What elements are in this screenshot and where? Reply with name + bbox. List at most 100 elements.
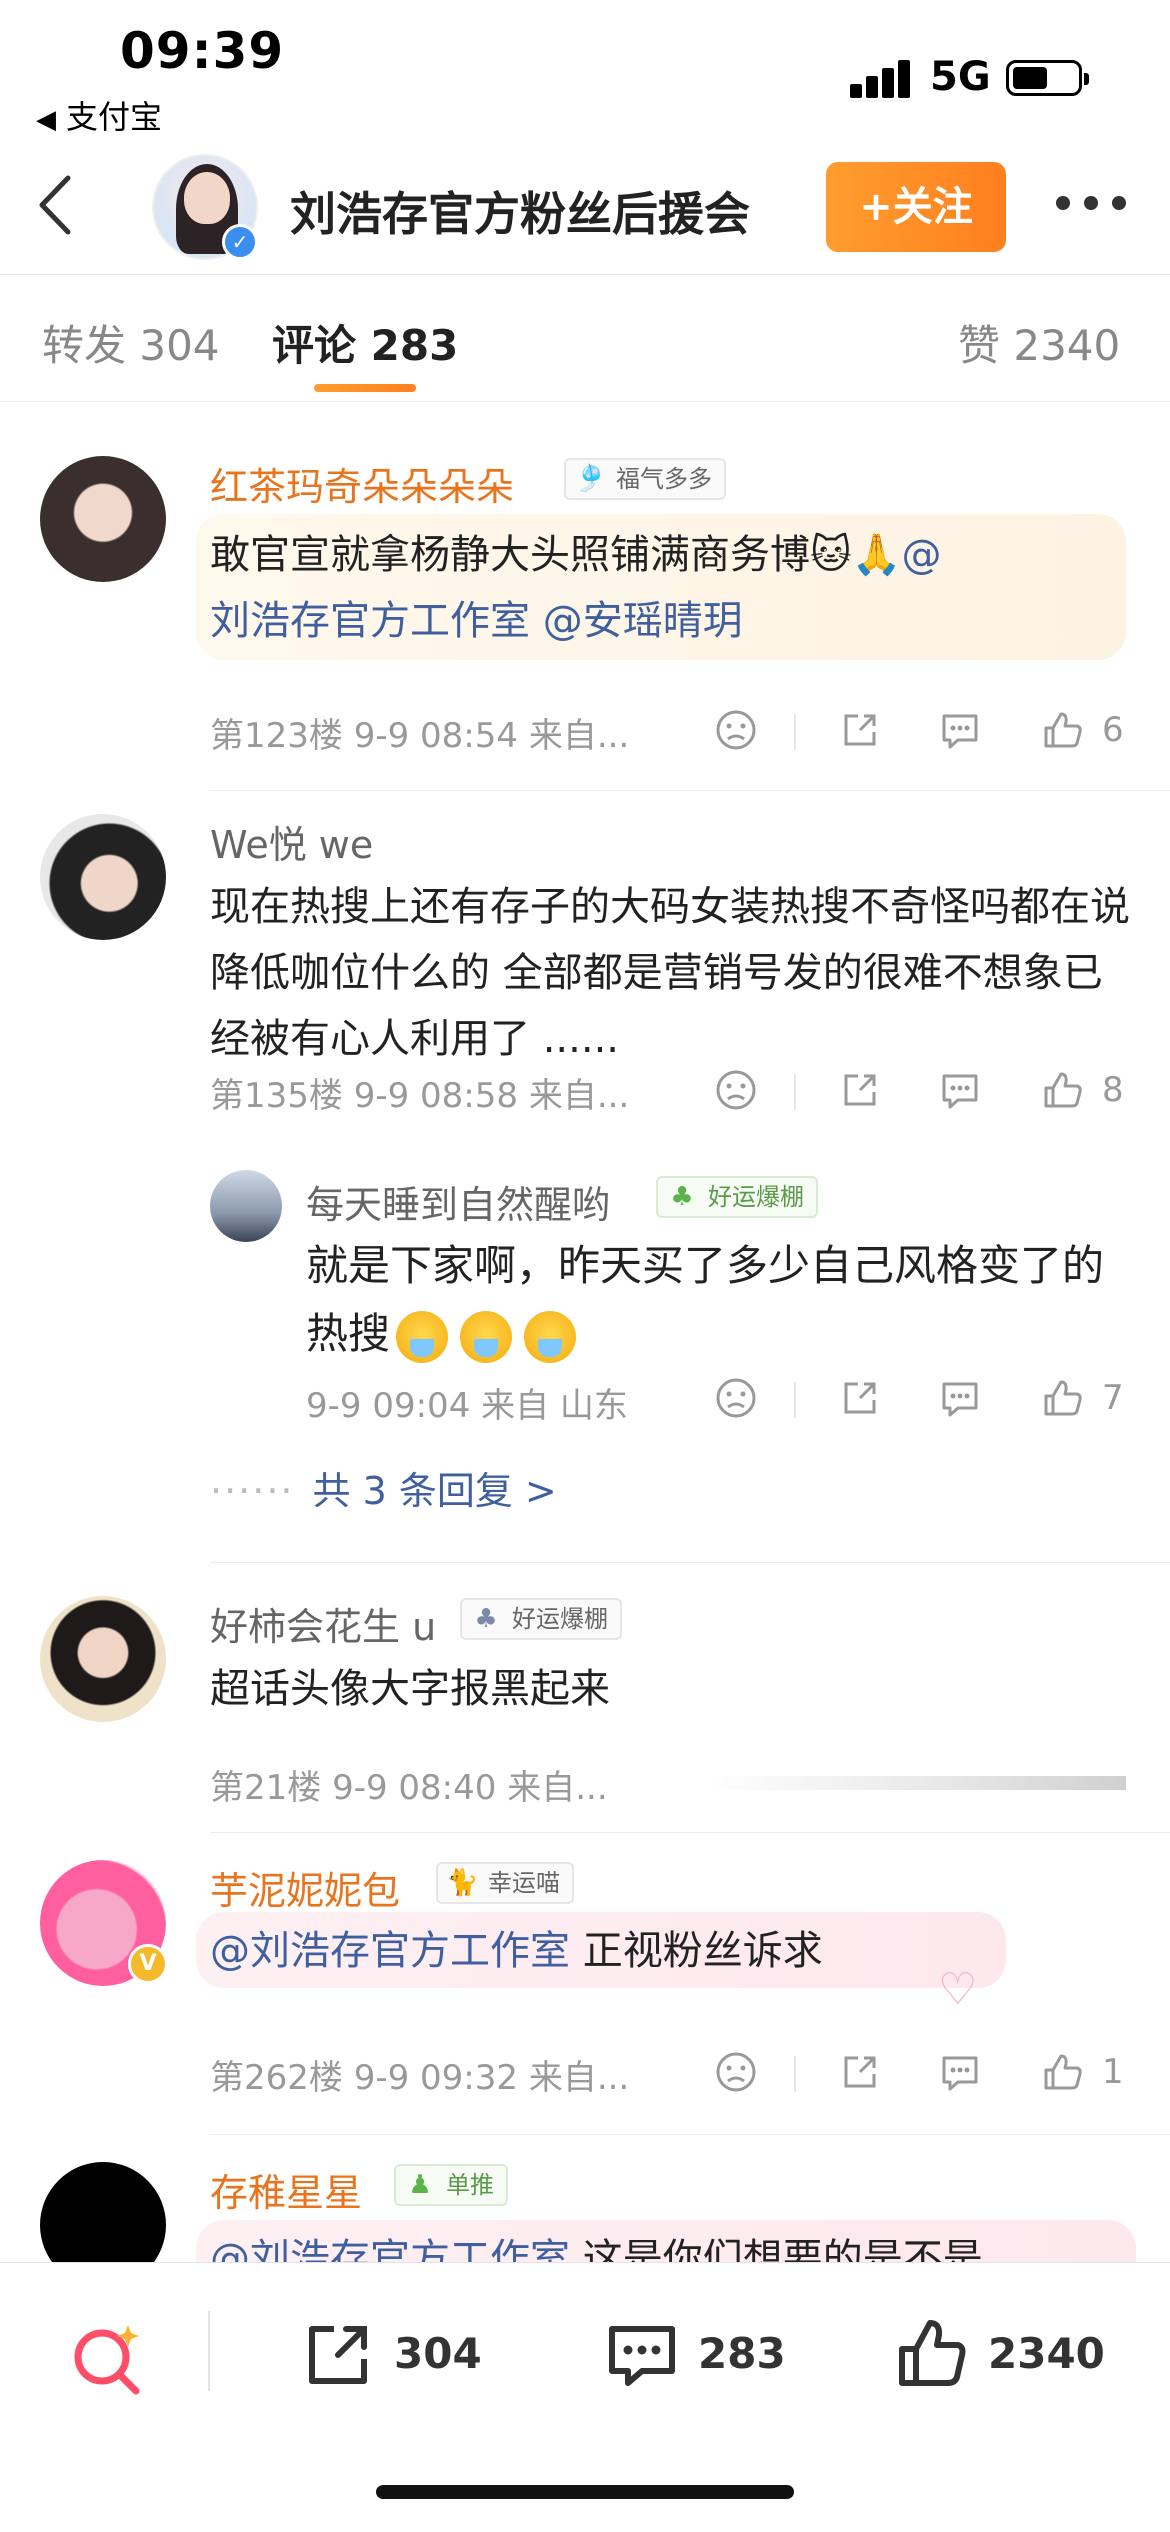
fan-badge[interactable]: 🐈 幸运喵 [436, 1862, 574, 1904]
vomit-emoji-icon [396, 1310, 449, 1363]
dislike-icon[interactable] [712, 2048, 760, 2096]
comment-item: V 芋泥妮妮包 🐈 幸运喵 @刘浩存官方工作室 正视粉丝诉求 ♡ 第262楼 9-… [0, 1848, 1170, 2138]
dislike-icon[interactable] [712, 706, 760, 754]
divider [210, 1832, 1170, 1833]
comment-item: 好柿会花生 u ♣ 好运爆棚 超话头像大字报黑起来 第21楼 9-9 08:40 … [0, 1584, 1170, 1833]
comment-meta: 第262楼 9-9 09:32 来自... [210, 2058, 630, 2098]
comment-meta: 第135楼 9-9 08:58 来自... [210, 1076, 630, 1116]
more-replies-label: 共 3 条回复 > [312, 1469, 557, 1513]
battery-icon [1006, 60, 1089, 96]
share-icon[interactable] [836, 1066, 884, 1114]
comment-text-main: 敢官宣就拿杨静大头照铺满商务博 [210, 532, 810, 578]
clover-icon: ♣ [670, 1182, 694, 1212]
reply-icon[interactable] [936, 706, 984, 754]
like-icon[interactable] [1038, 706, 1086, 754]
ad-placeholder-bar [706, 1776, 1126, 1790]
like-count: 1 [1102, 2052, 1124, 2092]
comment-item: 存稚星星 ♟ 单推 @刘浩存官方工作室 这是你们想要的是不是 [0, 2150, 1170, 2262]
active-tab-indicator [314, 384, 416, 392]
comment-item: 红茶玛奇朵朵朵朵 🎐 福气多多 敢官宣就拿杨静大头照铺满商务博🐱🙏@ 刘浩存官方工… [0, 422, 1170, 792]
back-to-app-link[interactable]: ◀ 支付宝 [36, 92, 162, 138]
chevron-left-icon [39, 175, 71, 235]
divider [210, 1562, 1170, 1563]
comment-list: 红茶玛奇朵朵朵朵 🎐 福气多多 敢官宣就拿杨静大头照铺满商务博🐱🙏@ 刘浩存官方工… [0, 402, 1170, 2262]
thumbs-up-icon [899, 2320, 966, 2386]
comment-actions: 8 [700, 1066, 1140, 1116]
divider [210, 790, 1170, 791]
mention-link[interactable]: @安瑶晴玥 [543, 598, 743, 644]
comment-username[interactable]: We悦 we [210, 814, 373, 869]
dots-decoration: ······ [210, 1469, 295, 1513]
reply-username[interactable]: 每天睡到自然醒哟 [306, 1174, 610, 1229]
vomit-emoji-icon [524, 1310, 577, 1363]
comment-meta: 第21楼 9-9 08:40 来自... [210, 1768, 608, 1808]
avatar[interactable] [40, 814, 166, 940]
like-count: 6 [1102, 710, 1124, 750]
divider [210, 2134, 1170, 2135]
verified-icon: ✓ [222, 224, 258, 260]
avatar[interactable] [40, 1596, 166, 1722]
like-count-total: 2340 [988, 2329, 1105, 2378]
mention-link[interactable]: @刘浩存官方工作室 [210, 1928, 570, 1974]
comment-text: 现在热搜上还有存子的大码女装热搜不奇怪吗都在说降低咖位什么的 全部都是营销号发的… [210, 884, 1130, 1062]
back-triangle-icon: ◀ [36, 105, 56, 135]
like-button[interactable]: 2340 [892, 2315, 1122, 2395]
avatar[interactable] [40, 2162, 166, 2262]
comment-text: 超话头像大字报黑起来 [210, 1666, 610, 1712]
dislike-icon[interactable] [712, 1374, 760, 1422]
like-icon[interactable] [1038, 2048, 1086, 2096]
lucky-bag-icon: 🎐 [574, 464, 607, 494]
vomit-emoji-icon [460, 1310, 513, 1363]
reply-avatar[interactable] [210, 1170, 282, 1242]
like-icon[interactable] [1038, 1374, 1086, 1422]
comment-button[interactable]: 283 [602, 2315, 802, 2395]
view-more-replies-link[interactable]: ······ 共 3 条回复 > [210, 1460, 557, 1515]
search-icon[interactable] [66, 2319, 146, 2399]
comment-item: We悦 we 现在热搜上还有存子的大码女装热搜不奇怪吗都在说降低咖位什么的 全部… [0, 802, 1170, 1582]
fan-badge[interactable]: 🎐 福气多多 [564, 458, 726, 500]
tab-repost[interactable]: 转发 304 [42, 312, 220, 373]
dislike-icon[interactable] [712, 1066, 760, 1114]
badge-label: 幸运喵 [488, 1869, 560, 1897]
fan-badge[interactable]: ♟ 单推 [394, 2164, 508, 2206]
person-icon: ♟ [408, 2170, 432, 2200]
reply-icon[interactable] [936, 2048, 984, 2096]
comment-text: @刘浩存官方工作室 正视粉丝诉求 [210, 1918, 1130, 1984]
comment-username[interactable]: 存稚星星 [210, 2162, 362, 2217]
follow-button[interactable]: +关注 [826, 162, 1006, 252]
network-type: 5G [930, 54, 991, 100]
heart-sticker-icon: ♡ [938, 1964, 978, 2015]
mention-link[interactable]: 刘浩存官方工作室 [210, 598, 530, 644]
fan-badge[interactable]: ♣ 好运爆棚 [656, 1176, 818, 1218]
tab-like[interactable]: 赞 2340 [958, 312, 1120, 373]
mention-link[interactable]: @刘浩存官方工作室 [210, 2236, 570, 2262]
page-title: 刘浩存官方粉丝后援会 [290, 187, 750, 241]
more-options-icon[interactable] [1056, 188, 1126, 218]
share-icon[interactable] [836, 2048, 884, 2096]
comment-text: @刘浩存官方工作室 这是你们想要的是不是 [210, 2226, 1130, 2262]
back-button[interactable] [32, 170, 82, 240]
tab-comment[interactable]: 评论 283 [272, 312, 458, 373]
comment-username[interactable]: 红茶玛奇朵朵朵朵 [210, 456, 514, 511]
repost-button[interactable]: 304 [298, 2315, 498, 2395]
fan-badge[interactable]: ♣ 好运爆棚 [460, 1598, 622, 1640]
comment-count: 283 [698, 2329, 786, 2378]
share-icon[interactable] [836, 1374, 884, 1422]
comment-username[interactable]: 好柿会花生 u [210, 1596, 436, 1651]
comment-meta: 第123楼 9-9 08:54 来自... [210, 716, 630, 756]
comment-icon [609, 2326, 675, 2386]
badge-label: 单推 [446, 2171, 494, 2199]
reply-text: 就是下家啊，昨天买了多少自己风格变了的热搜 [306, 1232, 1126, 1368]
reply-icon[interactable] [936, 1066, 984, 1114]
share-icon[interactable] [836, 706, 884, 754]
comment-text: 敢官宣就拿杨静大头照铺满商务博🐱🙏@ 刘浩存官方工作室 @安瑶晴玥 [210, 522, 1130, 654]
like-icon[interactable] [1038, 1066, 1086, 1114]
avatar[interactable] [40, 456, 166, 582]
reply-icon[interactable] [936, 1374, 984, 1422]
like-count: 7 [1102, 1378, 1124, 1418]
cat-emoji-icon: 🐱🙏 [810, 532, 902, 578]
comment-actions: 6 [700, 706, 1140, 756]
vip-badge-icon: V [128, 1944, 168, 1984]
mention-symbol[interactable]: @ [902, 532, 942, 578]
comment-username[interactable]: 芋泥妮妮包 [210, 1860, 400, 1915]
